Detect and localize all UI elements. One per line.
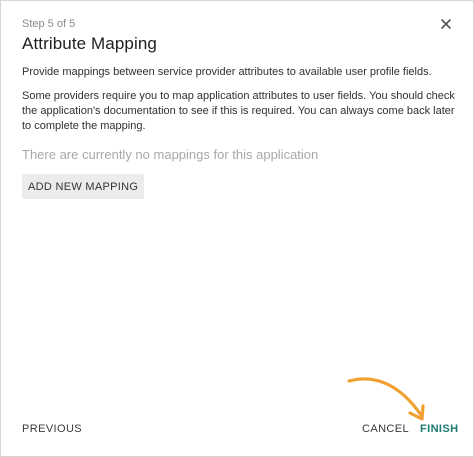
close-icon[interactable] [438,16,454,32]
previous-button[interactable]: PREVIOUS [22,423,82,435]
dialog-description: Provide mappings between service provide… [22,66,432,78]
empty-state-message: There are currently no mappings for this… [22,147,319,162]
close-icon-glyph [441,19,451,29]
dialog-title: Attribute Mapping [22,34,157,53]
add-new-mapping-button[interactable]: ADD NEW MAPPING [22,174,145,199]
dialog-note: Some providers require you to map applic… [22,90,455,132]
step-indicator: Step 5 of 5 [22,18,76,30]
attribute-mapping-dialog: Step 5 of 5 Attribute Mapping Provide ma… [0,0,474,457]
finish-button[interactable]: FINISH [420,423,458,435]
arrow-annotation-icon [347,377,425,421]
cancel-button[interactable]: CANCEL [362,423,409,435]
